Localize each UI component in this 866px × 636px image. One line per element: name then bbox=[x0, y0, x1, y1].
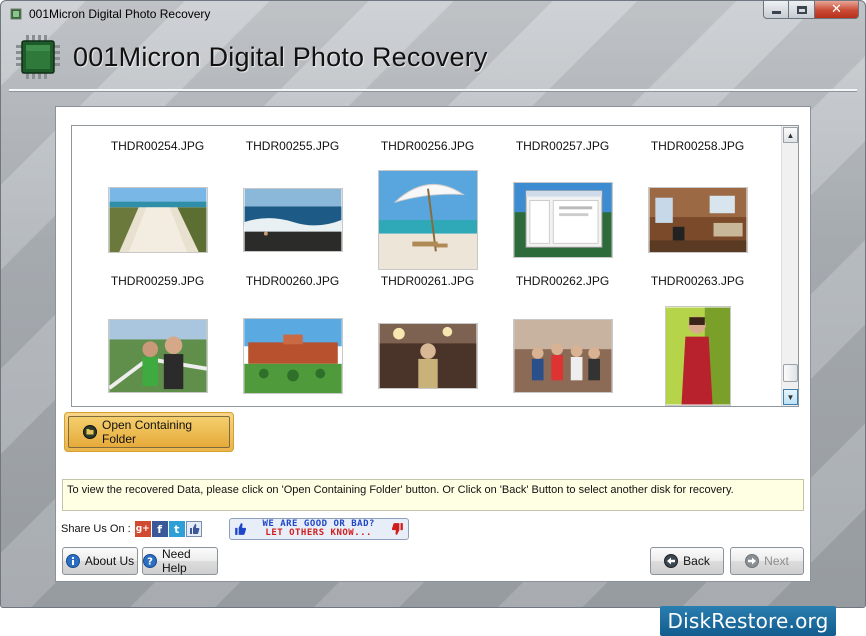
svg-text:?: ? bbox=[147, 557, 153, 568]
facebook-icon[interactable]: f bbox=[151, 521, 168, 537]
window-title: 001Micron Digital Photo Recovery bbox=[29, 7, 211, 21]
about-us-button[interactable]: About Us bbox=[62, 547, 138, 575]
file-name[interactable]: THDR00258.JPG bbox=[630, 139, 765, 155]
app-title: 001Micron Digital Photo Recovery bbox=[73, 41, 488, 72]
photo-thumbnail-beach-path[interactable] bbox=[107, 187, 208, 253]
file-name[interactable]: THDR00256.JPG bbox=[360, 139, 495, 155]
filename-row: THDR00254.JPG THDR00255.JPG THDR00256.JP… bbox=[72, 139, 782, 155]
feedback-line-2: LET OTHERS KNOW... bbox=[265, 528, 372, 538]
minimize-icon bbox=[771, 11, 781, 14]
thumbnail-cell[interactable] bbox=[360, 170, 495, 270]
google-plus-icon[interactable]: g+ bbox=[134, 521, 151, 537]
window-controls: ✕ bbox=[763, 1, 859, 19]
next-arrow-icon bbox=[745, 554, 760, 568]
file-name[interactable]: THDR00254.JPG bbox=[90, 139, 225, 155]
like-icon[interactable] bbox=[185, 521, 202, 537]
thumbnail-cell[interactable] bbox=[630, 170, 765, 270]
thumbnail-cell[interactable] bbox=[495, 170, 630, 270]
thumbnail-cell[interactable] bbox=[360, 306, 495, 406]
file-name[interactable]: THDR00260.JPG bbox=[225, 274, 360, 290]
info-message-box: To view the recovered Data, please click… bbox=[62, 479, 804, 511]
file-name[interactable]: THDR00257.JPG bbox=[495, 139, 630, 155]
photo-thumbnail-group-photo[interactable] bbox=[512, 319, 613, 393]
feedback-banner[interactable]: WE ARE GOOD OR BAD? LET OTHERS KNOW... bbox=[228, 518, 409, 540]
thumbnail-cell[interactable] bbox=[90, 170, 225, 270]
photo-thumbnail-cabin-interior[interactable] bbox=[647, 187, 748, 253]
thumbnail-row bbox=[72, 306, 782, 406]
file-name[interactable]: THDR00255.JPG bbox=[225, 139, 360, 155]
open-containing-folder-button[interactable]: Open Containing Folder bbox=[64, 412, 234, 452]
about-us-label: About Us bbox=[84, 554, 135, 568]
minimize-button[interactable] bbox=[763, 1, 789, 19]
thumbnail-cell[interactable] bbox=[225, 306, 360, 406]
app-header: 001Micron Digital Photo Recovery bbox=[15, 33, 488, 81]
maximize-button[interactable] bbox=[789, 1, 815, 19]
scroll-up-button[interactable]: ▲ bbox=[783, 127, 798, 143]
info-icon bbox=[65, 554, 80, 568]
back-button[interactable]: Back bbox=[650, 547, 724, 575]
thumbs-down-icon bbox=[391, 523, 403, 535]
photo-thumbnail-woman-red-dress[interactable] bbox=[664, 306, 731, 406]
thumbnail-row bbox=[72, 170, 782, 270]
next-button[interactable]: Next bbox=[730, 547, 804, 575]
maximize-icon bbox=[796, 5, 807, 14]
open-containing-folder-label: Open Containing Folder bbox=[102, 418, 193, 446]
app-window: 001Micron Digital Photo Recovery ✕ 001Mi… bbox=[0, 0, 866, 608]
app-small-icon bbox=[10, 8, 22, 20]
memory-chip-icon bbox=[16, 35, 60, 79]
photo-thumbnail-party-person[interactable] bbox=[377, 323, 478, 389]
scroll-down-button[interactable]: ▼ bbox=[783, 389, 798, 405]
photo-thumbnail-software-screenshot[interactable] bbox=[512, 182, 613, 258]
back-arrow-icon bbox=[664, 554, 679, 568]
need-help-button[interactable]: ? Need Help bbox=[142, 547, 218, 575]
need-help-label: Need Help bbox=[162, 547, 191, 575]
info-message: To view the recovered Data, please click… bbox=[67, 484, 734, 496]
filename-row: THDR00259.JPG THDR00260.JPG THDR00261.JP… bbox=[72, 274, 782, 290]
help-icon: ? bbox=[143, 554, 157, 568]
feedback-text: WE ARE GOOD OR BAD? LET OTHERS KNOW... bbox=[248, 520, 390, 538]
file-name[interactable]: THDR00259.JPG bbox=[90, 274, 225, 290]
back-label: Back bbox=[683, 554, 710, 568]
folder-icon bbox=[83, 425, 97, 439]
thumbnail-cell[interactable] bbox=[90, 306, 225, 406]
thumbnail-cell[interactable] bbox=[225, 170, 360, 270]
thumbnail-cell[interactable] bbox=[495, 306, 630, 406]
twitter-icon[interactable]: t bbox=[168, 521, 185, 537]
gallery-scrollbar[interactable]: ▲ ▼ bbox=[781, 126, 798, 406]
open-containing-folder-face[interactable]: Open Containing Folder bbox=[68, 416, 230, 448]
file-name[interactable]: THDR00261.JPG bbox=[360, 274, 495, 290]
title-bar[interactable]: 001Micron Digital Photo Recovery ✕ bbox=[1, 1, 865, 27]
recovered-photos-gallery[interactable]: THDR00254.JPG THDR00255.JPG THDR00256.JP… bbox=[71, 125, 799, 407]
share-bar: Share Us On : g+ f t WE ARE GOOD OR BAD?… bbox=[61, 518, 409, 540]
thumbnail-cell[interactable] bbox=[630, 306, 765, 406]
photo-thumbnail-beach-umbrella[interactable] bbox=[377, 170, 478, 270]
brand-badge: DiskRestore.org bbox=[660, 606, 836, 636]
photo-thumbnail-ocean-waves[interactable] bbox=[242, 188, 343, 252]
scrollbar-thumb[interactable] bbox=[783, 364, 798, 382]
close-button[interactable]: ✕ bbox=[815, 1, 859, 19]
photo-thumbnail-family-selfie[interactable] bbox=[107, 319, 208, 393]
header-divider bbox=[9, 89, 857, 91]
share-label: Share Us On : bbox=[61, 523, 131, 535]
close-icon: ✕ bbox=[831, 2, 842, 17]
thumbs-up-icon bbox=[234, 523, 246, 535]
main-panel: THDR00254.JPG THDR00255.JPG THDR00256.JP… bbox=[55, 106, 811, 582]
file-name[interactable]: THDR00263.JPG bbox=[630, 274, 765, 290]
thumbs-up-icon bbox=[189, 524, 200, 534]
next-label: Next bbox=[764, 554, 789, 568]
arrow-down-icon: ▼ bbox=[786, 392, 795, 402]
arrow-up-icon: ▲ bbox=[786, 130, 795, 140]
file-name[interactable]: THDR00262.JPG bbox=[495, 274, 630, 290]
photo-thumbnail-red-fort[interactable] bbox=[242, 318, 343, 394]
